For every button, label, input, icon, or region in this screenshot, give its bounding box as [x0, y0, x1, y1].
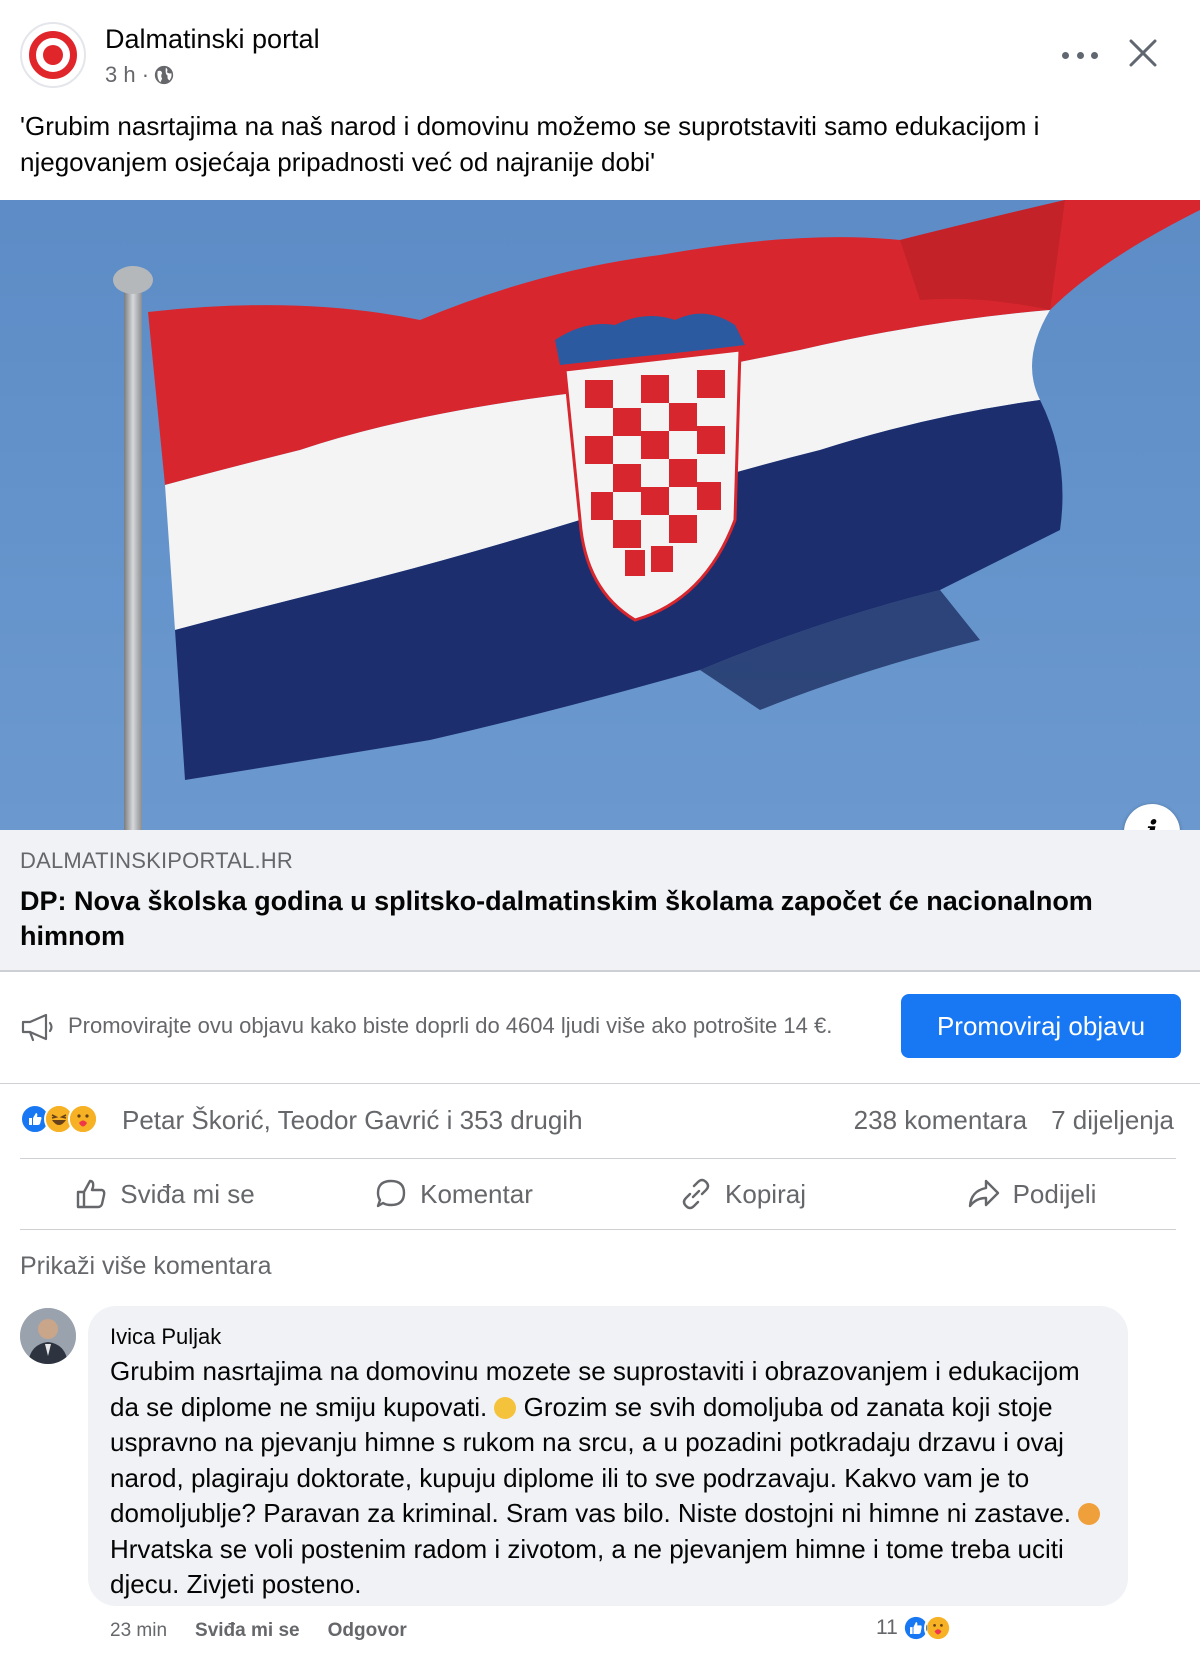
share-label: Podijeli	[1012, 1178, 1097, 1209]
more-options-icon[interactable]	[1062, 40, 1098, 70]
like-button[interactable]: Sviđa mi se	[20, 1159, 309, 1229]
angry-face-emoji-icon	[1078, 1503, 1101, 1525]
comment-text: Grubim nasrtajima na domovinu mozete se …	[110, 1354, 1106, 1603]
page-name-link[interactable]: Dalmatinski portal	[105, 24, 320, 55]
comment-time[interactable]: 23 min	[110, 1620, 167, 1642]
page-logo-icon	[29, 31, 77, 79]
link-title[interactable]: DP: Nova školska godina u splitsko-dalma…	[20, 884, 1170, 954]
action-bar: Sviđa mi se Komentar Kopiraj Podijeli	[20, 1158, 1176, 1230]
flag-illustration	[0, 200, 1200, 830]
like-label: Sviđa mi se	[120, 1178, 255, 1209]
link-preview[interactable]: DALMATINSKIPORTAL.HR DP: Nova školska go…	[0, 830, 1200, 972]
promote-section: Promovirajte ovu objavu kako biste doprl…	[0, 974, 1200, 1084]
comment-button[interactable]: Komentar	[309, 1159, 598, 1229]
post-header: Dalmatinski portal 3 h ·	[0, 0, 1200, 100]
comment-reactions[interactable]: 11	[876, 1614, 952, 1642]
comment-label: Komentar	[420, 1178, 533, 1209]
post-meta: 3 h ·	[105, 62, 175, 88]
comment-reply-button[interactable]: Odgovor	[328, 1620, 407, 1642]
copy-link-button[interactable]: Kopiraj	[598, 1159, 887, 1229]
link-icon	[682, 1178, 710, 1210]
link-domain: DALMATINSKIPORTAL.HR	[20, 848, 293, 873]
megaphone-icon	[21, 1013, 53, 1042]
comment-text-part-3: Hrvatska se voli postenim radom i zivoto…	[110, 1533, 1064, 1600]
copy-label: Kopiraj	[725, 1178, 806, 1209]
commenter-avatar[interactable]	[20, 1308, 76, 1364]
care-reaction-icon	[923, 1614, 952, 1642]
comment-count[interactable]: 238 komentara	[854, 1105, 1027, 1136]
care-reaction-icon	[68, 1104, 98, 1134]
post-text: 'Grubim nasrtajima na naš narod i domovi…	[20, 111, 1040, 177]
comment-like-button[interactable]: Sviđa mi se	[195, 1620, 300, 1642]
promote-text: Promovirajte ovu objavu kako biste doprl…	[68, 1013, 833, 1038]
share-count[interactable]: 7 dijeljenja	[1051, 1105, 1174, 1136]
comment-icon	[376, 1179, 406, 1208]
globe-icon	[154, 65, 174, 85]
comment-bubble: Ivica Puljak Grubim nasrtajima na domovi…	[88, 1306, 1128, 1606]
reactions-summary: Petar Škorić, Teodor Gavrić i 353 drugih…	[0, 1090, 1200, 1150]
reactors-text[interactable]: Petar Škorić, Teodor Gavrić i 353 drugih	[122, 1105, 583, 1136]
thumbs-up-icon	[77, 1179, 106, 1209]
show-more-comments-link[interactable]: Prikaži više komentara	[20, 1252, 271, 1281]
post-time[interactable]: 3 h ·	[105, 62, 149, 88]
close-icon[interactable]	[1126, 36, 1160, 70]
comment-author[interactable]: Ivica Puljak	[110, 1324, 1106, 1350]
post-image-croatian-flag[interactable]	[0, 200, 1200, 830]
reaction-icons[interactable]	[20, 1104, 98, 1134]
pointing-up-emoji-icon	[494, 1396, 517, 1419]
comment-reaction-count: 11	[876, 1616, 898, 1639]
page-avatar[interactable]	[20, 22, 86, 88]
promote-button[interactable]: Promoviraj objavu	[901, 994, 1181, 1058]
share-icon	[968, 1179, 999, 1208]
comment-footer: 23 min Sviđa mi se Odgovor	[110, 1620, 407, 1642]
share-button[interactable]: Podijeli	[887, 1159, 1176, 1229]
engagement-counts: 238 komentara 7 dijeljenja	[854, 1105, 1174, 1136]
